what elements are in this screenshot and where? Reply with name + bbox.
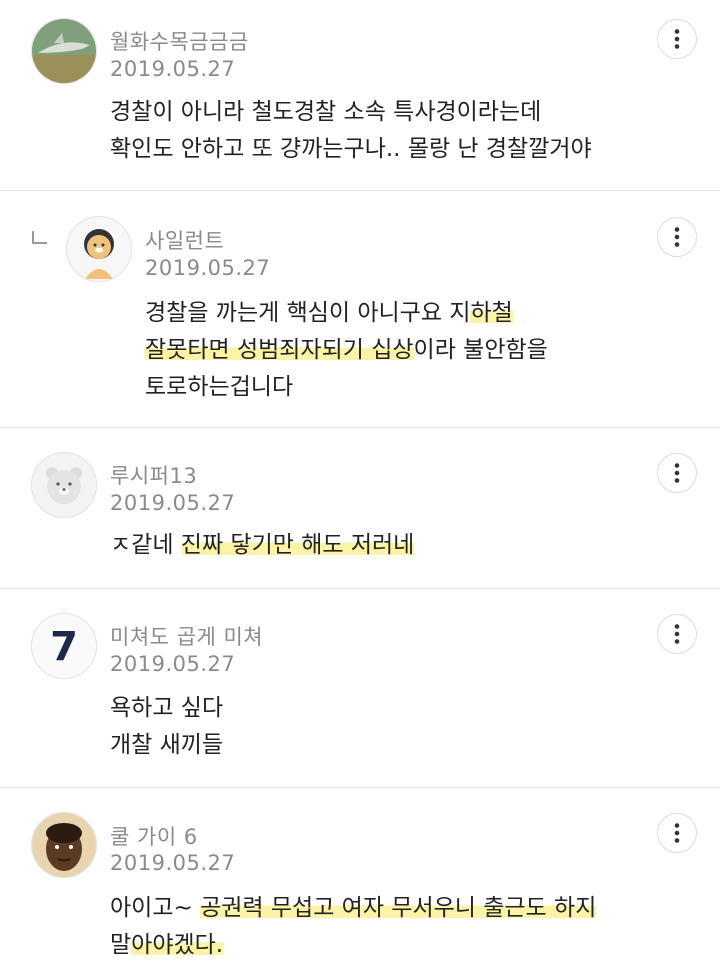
vertical-ellipsis-icon (674, 29, 680, 49)
bear-character-icon (32, 453, 96, 517)
comment-nickname[interactable]: 미쳐도 곱게 미쳐 (110, 621, 263, 651)
avatar[interactable] (31, 452, 97, 518)
highlighted-text: 공권력 무섭고 여자 무서우니 출근도 하지 (200, 895, 597, 921)
comment-text: 아이고~ 공권력 무섭고 여자 무서우니 출근도 하지 말아야겠다. (110, 895, 597, 958)
comment-item: 7 미쳐도 곱게 미쳐 2019.05.27 욕하고 싶다 개찰 새끼들 (0, 589, 720, 787)
more-options-button[interactable] (657, 614, 697, 654)
highlighted-text: 하철 (470, 300, 513, 326)
avatar[interactable] (66, 216, 132, 282)
avatar[interactable] (31, 18, 97, 84)
comment-text: 경찰을 까는게 핵심이 아니구요 지하철 잘못타면 성범죄자되기 십상이라 불안… (145, 300, 548, 400)
more-options-button[interactable] (657, 453, 697, 493)
comment-item: 루시퍼13 2019.05.27 ㅈ같네 진짜 닿기만 해도 저러네 (0, 428, 720, 588)
shark-icon (32, 19, 96, 83)
vertical-ellipsis-icon (674, 227, 680, 247)
comment-date: 2019.05.27 (110, 652, 236, 676)
comment-nickname[interactable]: 루시퍼13 (110, 460, 197, 490)
svg-text:7: 7 (50, 624, 78, 670)
vertical-ellipsis-icon (674, 463, 680, 483)
comment-nickname[interactable]: 월화수목금금금 (110, 26, 249, 56)
vertical-ellipsis-icon (674, 624, 680, 644)
more-options-button[interactable] (657, 813, 697, 853)
comment-text: 경찰이 아니라 철도경찰 소속 특사경이라는데 확인도 안하고 또 걍까는구나.… (110, 99, 592, 162)
comment-date: 2019.05.27 (110, 851, 236, 875)
comment-text: ㅈ같네 진짜 닿기만 해도 저러네 (110, 532, 415, 558)
comment-item-reply: 사일런트 2019.05.27 경찰을 까는게 핵심이 아니구요 지하철 잘못타… (0, 191, 720, 427)
highlighted-text: 잘못타면 성범죄자되기 십상 (145, 337, 414, 363)
vertical-ellipsis-icon (674, 823, 680, 843)
number-seven-icon: 7 (32, 614, 96, 678)
more-options-button[interactable] (657, 217, 697, 257)
comment-date: 2019.05.27 (145, 256, 271, 280)
comment-text: 욕하고 싶다 개찰 새끼들 (110, 695, 224, 758)
comment-item: 쿨 가이 6 2019.05.27 아이고~ 공권력 무섭고 여자 무서우니 출… (0, 788, 720, 980)
highlighted-text: 아야겠다. (131, 932, 224, 958)
avatar[interactable] (31, 812, 97, 878)
highlighted-text: 진짜 닿기만 해도 저러네 (180, 532, 415, 558)
avatar[interactable]: 7 (31, 613, 97, 679)
person-face-icon (32, 813, 96, 877)
comment-date: 2019.05.27 (110, 57, 236, 81)
comment-nickname[interactable]: 쿨 가이 6 (110, 821, 198, 851)
comment-item: 월화수목금금금 2019.05.27 경찰이 아니라 철도경찰 소속 특사경이라… (0, 0, 720, 190)
ryan-character-icon (67, 217, 131, 281)
reply-arrow-icon (32, 231, 47, 244)
comment-date: 2019.05.27 (110, 491, 236, 515)
comment-nickname[interactable]: 사일런트 (145, 225, 224, 255)
more-options-button[interactable] (657, 19, 697, 59)
